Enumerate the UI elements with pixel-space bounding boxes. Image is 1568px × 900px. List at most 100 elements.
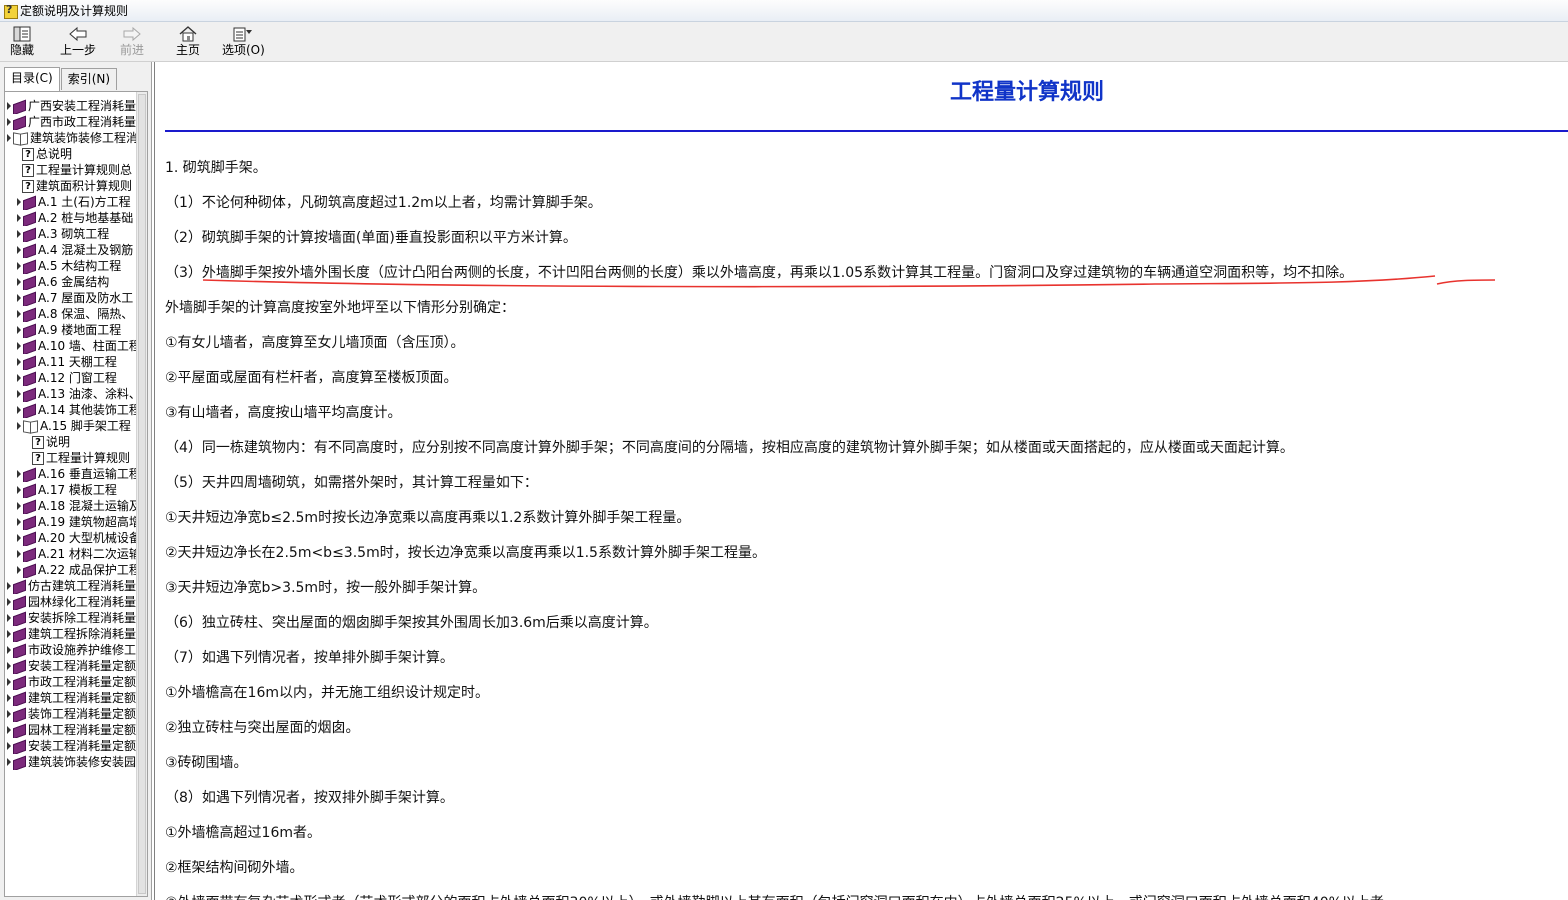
- tree-item[interactable]: A.12 门窗工程: [7, 370, 137, 386]
- tree-item[interactable]: A.5 木结构工程: [7, 258, 137, 274]
- expand-arrow-icon[interactable]: [7, 758, 11, 766]
- tree-item[interactable]: 建筑工程拆除消耗量定: [7, 626, 137, 642]
- options-button[interactable]: 选项(O): [222, 24, 265, 60]
- book-closed-icon: [12, 596, 26, 608]
- tree-item[interactable]: 仿古建筑工程消耗量定: [7, 578, 137, 594]
- expand-arrow-icon[interactable]: [7, 646, 11, 654]
- expand-arrow-icon[interactable]: [17, 358, 21, 366]
- tree-item[interactable]: A.7 屋面及防水工: [7, 290, 137, 306]
- tree-item[interactable]: ? 总说明: [7, 146, 137, 162]
- tree-item[interactable]: A.15 脚手架工程: [7, 418, 137, 434]
- tree-item[interactable]: A.17 模板工程: [7, 482, 137, 498]
- expand-arrow-icon[interactable]: [17, 374, 21, 382]
- tree-item[interactable]: A.14 其他装饰工程: [7, 402, 137, 418]
- tree-item[interactable]: A.19 建筑物超高增: [7, 514, 137, 530]
- expand-arrow-icon[interactable]: [7, 582, 11, 590]
- expand-arrow-icon[interactable]: [7, 614, 11, 622]
- tree-item[interactable]: 安装拆除工程消耗量定: [7, 610, 137, 626]
- tree-scrollbar[interactable]: [136, 92, 147, 896]
- tree-item[interactable]: A.3 砌筑工程: [7, 226, 137, 242]
- tree-item[interactable]: A.16 垂直运输工程: [7, 466, 137, 482]
- tree-item[interactable]: 广西安装工程消耗量定: [7, 98, 137, 114]
- back-arrow-icon: [67, 24, 89, 43]
- tree-item[interactable]: A.8 保温、隔热、: [7, 306, 137, 322]
- tree-item[interactable]: A.4 混凝土及钢筋: [7, 242, 137, 258]
- expand-arrow-icon[interactable]: [7, 678, 11, 686]
- book-closed-icon: [22, 404, 36, 416]
- tree-item-label: A.18 混凝土运输及: [38, 499, 137, 513]
- tree-item-label: 工程量计算规则: [46, 451, 131, 465]
- expand-arrow-icon[interactable]: [7, 726, 11, 734]
- expand-arrow-icon[interactable]: [17, 534, 21, 542]
- expand-arrow-icon[interactable]: [7, 598, 11, 606]
- tree-item[interactable]: ? 说明: [7, 434, 137, 450]
- tree-item[interactable]: ? 工程量计算规则: [7, 450, 137, 466]
- tree-item[interactable]: 建筑装饰装修安装园林: [7, 754, 137, 770]
- expand-arrow-icon[interactable]: [7, 630, 11, 638]
- expand-arrow-icon[interactable]: [17, 486, 21, 494]
- expand-arrow-icon[interactable]: [17, 310, 21, 318]
- tree-item[interactable]: A.11 天棚工程: [7, 354, 137, 370]
- expand-arrow-icon[interactable]: [17, 470, 21, 478]
- tree-item[interactable]: A.20 大型机械设备: [7, 530, 137, 546]
- expand-arrow-icon[interactable]: [17, 294, 21, 302]
- tree-item[interactable]: A.9 楼地面工程: [7, 322, 137, 338]
- expand-arrow-icon[interactable]: [17, 278, 21, 286]
- tree-item[interactable]: A.10 墙、柱面工程: [7, 338, 137, 354]
- tree-item[interactable]: A.13 油漆、涂料、: [7, 386, 137, 402]
- expand-arrow-icon[interactable]: [7, 102, 11, 110]
- tree-item[interactable]: A.2 桩与地基基础: [7, 210, 137, 226]
- tab-contents[interactable]: 目录(C): [4, 67, 60, 91]
- forward-arrow-icon: [121, 24, 143, 43]
- expand-arrow-icon[interactable]: [17, 326, 21, 334]
- expand-arrow-icon[interactable]: [7, 710, 11, 718]
- tree-item[interactable]: 装饰工程消耗量定额(: [7, 706, 137, 722]
- tree-item[interactable]: 建筑装饰装修工程消耗: [7, 130, 137, 146]
- home-button[interactable]: 主页: [176, 24, 200, 60]
- tab-index[interactable]: 索引(N): [60, 68, 118, 90]
- expand-arrow-icon[interactable]: [17, 214, 21, 222]
- tree-item[interactable]: 广西市政工程消耗量定: [7, 114, 137, 130]
- book-closed-icon: [12, 612, 26, 624]
- expand-arrow-icon[interactable]: [7, 134, 11, 142]
- tree-item[interactable]: A.1 土(石)方工程: [7, 194, 137, 210]
- expand-arrow-icon[interactable]: [17, 342, 21, 350]
- expand-arrow-icon[interactable]: [7, 694, 11, 702]
- tree-item-label: 安装拆除工程消耗量定: [28, 611, 137, 625]
- tree-item[interactable]: ? 建筑面积计算规则: [7, 178, 137, 194]
- expand-arrow-icon[interactable]: [17, 230, 21, 238]
- expand-arrow-icon[interactable]: [17, 422, 21, 430]
- expand-arrow-icon[interactable]: [17, 198, 21, 206]
- tree-item[interactable]: 市政设施养护维修工程: [7, 642, 137, 658]
- expand-arrow-icon[interactable]: [17, 390, 21, 398]
- tree-item[interactable]: 市政工程消耗量定额(: [7, 674, 137, 690]
- tree-item[interactable]: 安装工程消耗量定额(: [7, 738, 137, 754]
- expand-arrow-icon[interactable]: [17, 502, 21, 510]
- tree-item[interactable]: 园林绿化工程消耗量定: [7, 594, 137, 610]
- paragraph: （6）独立砖柱、突出屋面的烟囱脚手架按其外围周长加3.6m后乘以高度计算。: [165, 615, 658, 631]
- expand-arrow-icon[interactable]: [17, 246, 21, 254]
- tree-item[interactable]: 建筑工程消耗量定额(: [7, 690, 137, 706]
- expand-arrow-icon[interactable]: [17, 262, 21, 270]
- expand-arrow-icon[interactable]: [17, 566, 21, 574]
- tree-item[interactable]: ? 工程量计算规则总: [7, 162, 137, 178]
- expand-arrow-icon[interactable]: [17, 406, 21, 414]
- tree-item[interactable]: 安装工程消耗量定额(: [7, 658, 137, 674]
- expand-arrow-icon[interactable]: [7, 118, 11, 126]
- expand-arrow-icon[interactable]: [17, 518, 21, 526]
- tree-item[interactable]: A.18 混凝土运输及: [7, 498, 137, 514]
- tree-item[interactable]: 园林工程消耗量定额(: [7, 722, 137, 738]
- expand-arrow-icon[interactable]: [7, 662, 11, 670]
- scrollbar-thumb[interactable]: [138, 94, 146, 894]
- back-button[interactable]: 上一步: [60, 24, 96, 60]
- tree-item[interactable]: A.21 材料二次运输: [7, 546, 137, 562]
- tree-item[interactable]: A.22 成品保护工程: [7, 562, 137, 578]
- tree-item-label: 广西市政工程消耗量定: [28, 115, 137, 129]
- expand-arrow-icon[interactable]: [17, 550, 21, 558]
- tree-item[interactable]: A.6 金属结构: [7, 274, 137, 290]
- forward-button[interactable]: 前进: [120, 24, 144, 60]
- book-open-icon: [12, 132, 28, 144]
- expand-arrow-icon[interactable]: [7, 742, 11, 750]
- window-titlebar: 定额说明及计算规则: [0, 0, 1568, 22]
- hide-button[interactable]: 隐藏: [10, 24, 34, 60]
